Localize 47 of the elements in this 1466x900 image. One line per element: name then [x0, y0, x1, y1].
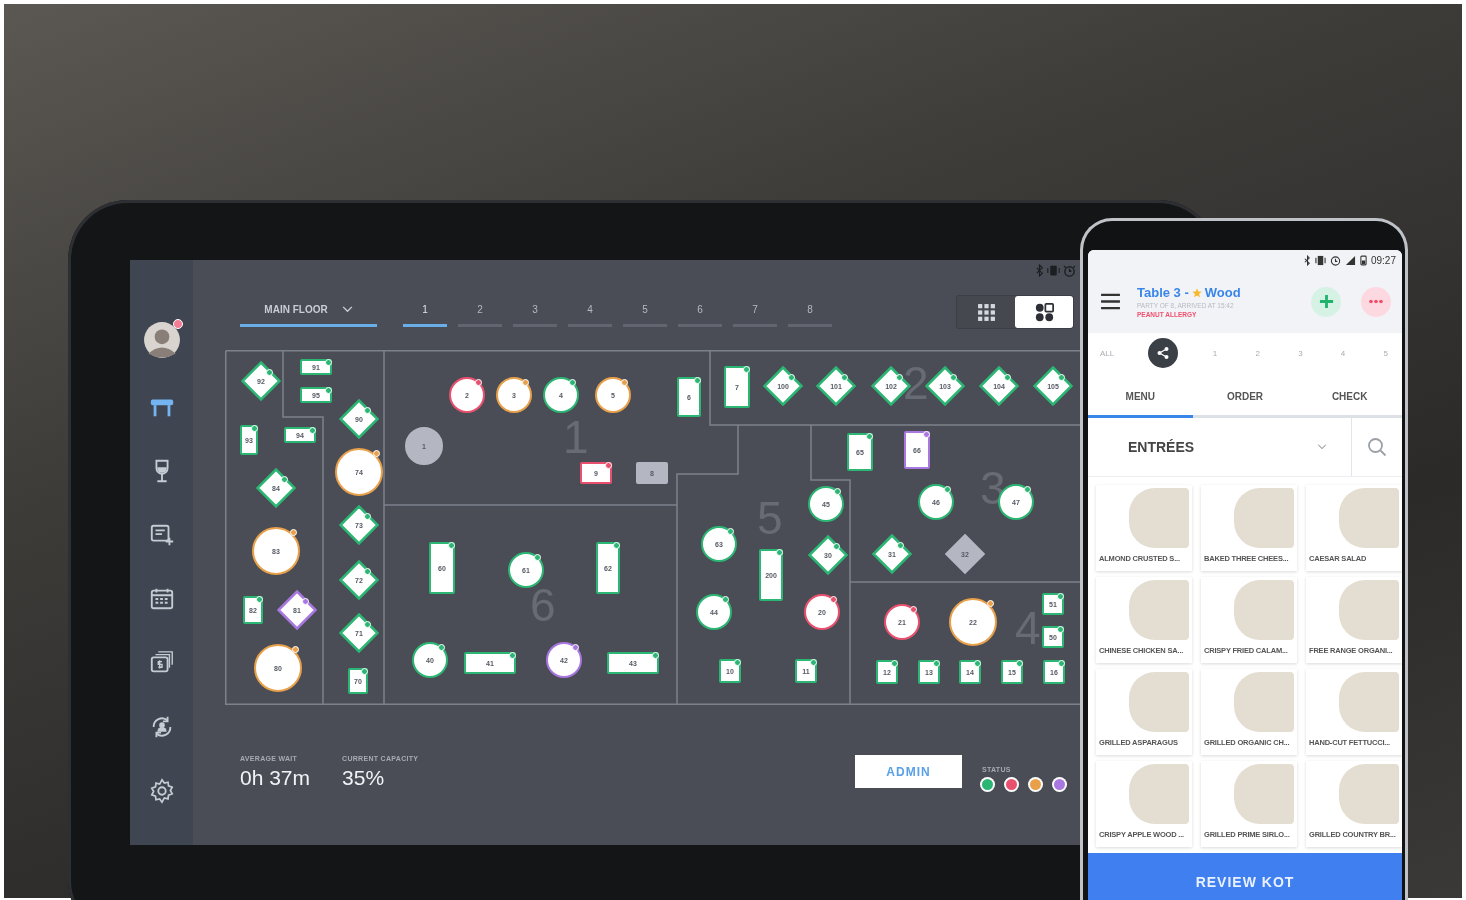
section-tab[interactable]: 3 — [513, 295, 557, 327]
table-title: Table 3 - — [1137, 285, 1189, 300]
search-icon — [1367, 437, 1387, 457]
more-button[interactable] — [1361, 286, 1391, 317]
status-legend-dot[interactable] — [1006, 779, 1017, 790]
status-legend-dot[interactable] — [982, 779, 993, 790]
more-dots-icon — [1368, 299, 1384, 304]
section-tab[interactable]: 7 — [733, 295, 777, 327]
chevron-down-icon — [1317, 444, 1327, 450]
guest-name: Wood — [1204, 285, 1241, 300]
bluetooth-icon — [1303, 254, 1311, 266]
settings-icon — [148, 778, 175, 804]
section-tab[interactable]: 1 — [403, 295, 447, 327]
vibrate-icon — [1047, 263, 1060, 277]
status-legend-dot[interactable] — [1030, 779, 1041, 790]
order-tab[interactable]: MENU — [1088, 377, 1193, 418]
section-tab[interactable]: 5 — [623, 295, 667, 327]
receipt-plus-icon — [148, 522, 175, 548]
order-tab[interactable]: CHECK — [1297, 377, 1402, 418]
battery-icon — [1359, 254, 1367, 266]
bluetooth-icon — [1035, 263, 1044, 277]
order-tab[interactable]: ORDER — [1192, 377, 1298, 418]
section-tab[interactable]: 6 — [678, 295, 722, 327]
floor-layout-icon — [1034, 302, 1054, 322]
clock-time: 09:27 — [1370, 254, 1396, 266]
stat-value: 0h 37m — [240, 766, 311, 790]
section-tab[interactable]: 2 — [458, 295, 502, 327]
grid-icon — [976, 302, 996, 322]
plus-icon — [1318, 294, 1334, 309]
signal-icon — [1344, 254, 1356, 266]
section-tab[interactable]: 8 — [788, 295, 832, 327]
section-tab[interactable]: 4 — [568, 295, 612, 327]
layout-view-button[interactable] — [1015, 296, 1073, 328]
menu-button[interactable] — [1098, 291, 1123, 312]
chevron-down-icon — [341, 306, 353, 313]
alarm-icon — [1063, 263, 1076, 277]
share-icon — [1156, 346, 1171, 360]
vibrate-icon — [1314, 254, 1326, 266]
share-button[interactable] — [1148, 338, 1179, 368]
status-legend-dot[interactable] — [1054, 779, 1065, 790]
stat-value: 35% — [342, 766, 386, 790]
category-dropdown[interactable]: ENTRÉES — [1088, 418, 1352, 476]
avatar[interactable] — [142, 321, 181, 359]
floor-dropdown[interactable]: MAIN FLOOR — [240, 295, 377, 327]
menu-icon — [1100, 293, 1121, 310]
calendar-icon — [148, 586, 175, 612]
alarm-icon — [1329, 254, 1341, 266]
